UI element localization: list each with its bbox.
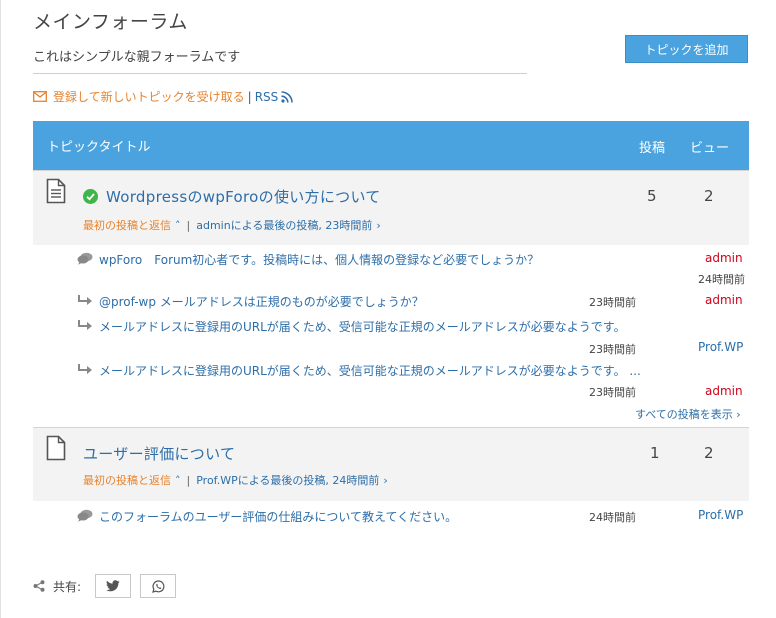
subscribe-separator: |: [247, 89, 252, 104]
chevron-up-icon[interactable]: ˄: [175, 474, 181, 487]
reply-author[interactable]: admin: [705, 384, 743, 398]
last-post-link[interactable]: Prof.WPによる最後の投稿, 24時間前: [196, 472, 379, 488]
topic-title-link[interactable]: ユーザー評価について: [83, 443, 235, 464]
view-all-posts-label: すべての投稿を表示: [635, 408, 733, 421]
topic-row: WordpressのwpForoの使い方について 最初の投稿と返信 ˄ | ad…: [33, 170, 749, 245]
view-all-posts-link[interactable]: すべての投稿を表示 ›: [635, 406, 741, 422]
reply-author[interactable]: Prof.WP: [698, 340, 743, 354]
meta-separator: |: [186, 473, 191, 487]
reply-link[interactable]: このフォーラムのユーザー評価の仕組みについて教えてください。: [99, 508, 457, 525]
envelope-icon: [33, 91, 47, 102]
header-posts: 投稿: [639, 141, 666, 156]
rss-link[interactable]: RSS: [255, 90, 279, 104]
reply-author[interactable]: admin: [705, 251, 743, 265]
subscribe-bar: 登録して新しいトピックを受け取る | RSS: [33, 88, 294, 105]
twitter-icon: [106, 580, 120, 592]
topic-meta: 最初の投稿と返信 ˄ | Prof.WPによる最後の投稿, 24時間前 ›: [83, 472, 388, 488]
comments-icon: [77, 509, 93, 522]
document-icon: [46, 178, 66, 204]
reply-author[interactable]: admin: [705, 293, 743, 307]
meta-separator: |: [186, 218, 191, 232]
chevron-right-icon[interactable]: ›: [383, 474, 387, 487]
reply-time: 23時間前: [589, 343, 636, 356]
share-whatsapp-button[interactable]: [140, 574, 177, 598]
share-twitter-button[interactable]: [95, 574, 132, 598]
reply-time: 24時間前: [589, 511, 636, 524]
share-bar: 共有:: [33, 574, 185, 598]
first-post-toggle[interactable]: 最初の投稿と返信: [83, 472, 171, 488]
chevron-up-icon[interactable]: ˄: [175, 219, 181, 232]
reply-link[interactable]: メールアドレスに登録用のURLが届くため、受信可能な正規のメールアドレスが必要な…: [99, 318, 626, 335]
title-divider: [33, 73, 527, 74]
reply-link[interactable]: メールアドレスに登録用のURLが届くため、受信可能な正規のメールアドレスが必要な…: [99, 362, 641, 379]
page-title: メインフォーラム: [33, 11, 188, 33]
reply-link[interactable]: wpForo Forum初心者です。投稿時には、個人情報の登録など必要でしょうか…: [99, 251, 539, 268]
whatsapp-icon: [151, 579, 165, 593]
posts-count: 5: [647, 187, 657, 205]
header-views: ビュー: [690, 141, 730, 156]
topic-title-link[interactable]: WordpressのwpForoの使い方について: [106, 186, 381, 207]
solved-check-icon: [83, 189, 98, 204]
reply-time: 23時間前: [589, 386, 636, 399]
reply-link[interactable]: @prof-wp メールアドレスは正規のものが必要でしょうか？: [99, 293, 424, 310]
share-icon: [33, 580, 45, 592]
chevron-right-icon: ›: [736, 408, 741, 421]
topic-row: ユーザー評価について 最初の投稿と返信 ˄ | Prof.WPによる最後の投稿,…: [33, 427, 749, 501]
posts-count: 1: [650, 444, 660, 462]
header-topic-title: トピックタイトル: [47, 140, 151, 155]
document-icon: [46, 435, 66, 461]
subscribe-link[interactable]: 登録して新しいトピックを受け取る: [53, 88, 245, 105]
reply-arrow-icon: [78, 320, 92, 330]
topic-list-header: トピックタイトル 投稿 ビュー: [33, 121, 749, 170]
reply-arrow-icon: [78, 364, 92, 374]
views-count: 2: [704, 444, 714, 462]
forum-page: メインフォーラム これはシンプルな親フォーラムです トピックを追加 登録して新し…: [0, 0, 776, 618]
forum-description: これはシンプルな親フォーラムです: [33, 50, 241, 65]
chevron-right-icon[interactable]: ›: [376, 219, 380, 232]
reply-arrow-icon: [78, 295, 92, 305]
reply-author[interactable]: Prof.WP: [698, 508, 743, 522]
reply-time: 24時間前: [698, 273, 745, 286]
first-post-toggle[interactable]: 最初の投稿と返信: [83, 217, 171, 233]
share-label: 共有:: [53, 579, 82, 594]
last-post-link[interactable]: adminによる最後の投稿, 23時間前: [196, 217, 372, 233]
topic-meta: 最初の投稿と返信 ˄ | adminによる最後の投稿, 23時間前 ›: [83, 217, 381, 233]
rss-icon[interactable]: [281, 90, 294, 103]
add-topic-button[interactable]: トピックを追加: [625, 35, 748, 63]
comments-icon: [77, 252, 93, 265]
views-count: 2: [704, 187, 714, 205]
reply-time: 23時間前: [589, 296, 636, 309]
